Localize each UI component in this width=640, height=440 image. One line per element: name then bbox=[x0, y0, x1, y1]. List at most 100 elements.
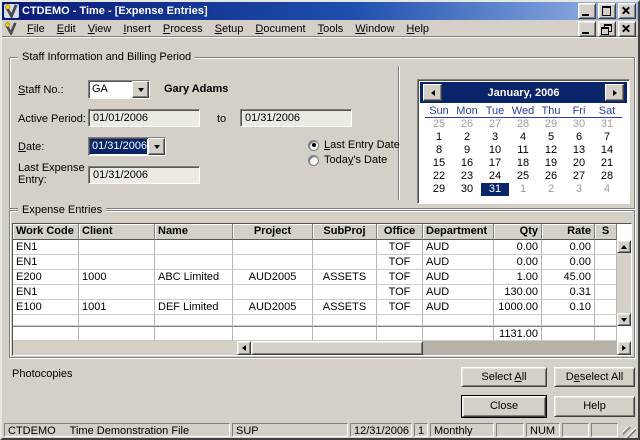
grid-cell[interactable] bbox=[233, 285, 313, 300]
scrollbar-track[interactable] bbox=[423, 341, 617, 355]
grid-cell[interactable]: 0.10 bbox=[542, 300, 595, 315]
grid-cell[interactable]: TOF bbox=[377, 255, 423, 270]
scroll-down-icon[interactable] bbox=[617, 313, 631, 326]
grid-cell[interactable]: 1001 bbox=[79, 300, 155, 315]
scroll-up-icon[interactable] bbox=[617, 240, 631, 253]
calendar-day[interactable]: 2 bbox=[537, 183, 565, 196]
calendar-day[interactable]: 18 bbox=[509, 157, 537, 170]
calendar-day[interactable]: 13 bbox=[565, 144, 593, 157]
grid-cell[interactable]: AUD bbox=[423, 270, 494, 285]
menu-item-setup[interactable]: Setup bbox=[209, 22, 250, 36]
column-header-office[interactable]: Office bbox=[377, 224, 423, 240]
menu-item-view[interactable]: View bbox=[82, 22, 118, 36]
staff-no-combo[interactable]: GA bbox=[88, 80, 150, 99]
calendar-day[interactable]: 21 bbox=[593, 157, 621, 170]
grid-cell[interactable]: 45.00 bbox=[542, 270, 595, 285]
grid-cell[interactable]: EN1 bbox=[13, 240, 79, 255]
calendar-day[interactable]: 2 bbox=[453, 131, 481, 144]
child-close-button[interactable] bbox=[618, 21, 636, 37]
grid-cell[interactable]: AUD bbox=[423, 285, 494, 300]
grid-cell[interactable]: TOF bbox=[377, 300, 423, 315]
calendar-day[interactable]: 25 bbox=[509, 170, 537, 183]
calendar-day[interactable]: 22 bbox=[425, 170, 453, 183]
grid-cell[interactable] bbox=[155, 285, 233, 300]
menu-item-edit[interactable]: Edit bbox=[51, 22, 82, 36]
grid-cell[interactable]: EN1 bbox=[13, 285, 79, 300]
calendar-day[interactable]: 16 bbox=[453, 157, 481, 170]
grid-cell[interactable]: TOF bbox=[377, 270, 423, 285]
calendar-day[interactable]: 10 bbox=[481, 144, 509, 157]
calendar-day[interactable]: 6 bbox=[565, 131, 593, 144]
minimize-button[interactable] bbox=[578, 3, 596, 19]
calendar-day[interactable]: 30 bbox=[453, 183, 481, 196]
grid-cell[interactable] bbox=[377, 315, 423, 326]
grid-cell[interactable]: TOF bbox=[377, 285, 423, 300]
grid-cell[interactable]: AUD bbox=[423, 255, 494, 270]
vertical-scrollbar[interactable] bbox=[617, 240, 631, 326]
calendar-day[interactable]: 4 bbox=[593, 183, 621, 196]
help-button[interactable]: Help bbox=[554, 396, 635, 417]
calendar-day[interactable]: 26 bbox=[453, 118, 481, 131]
grid-cell[interactable] bbox=[494, 315, 542, 326]
calendar-day[interactable]: 19 bbox=[537, 157, 565, 170]
grid-cell[interactable] bbox=[79, 240, 155, 255]
calendar-day[interactable]: 24 bbox=[481, 170, 509, 183]
maximize-button[interactable] bbox=[598, 3, 616, 19]
grid-cell[interactable]: EN1 bbox=[13, 255, 79, 270]
calendar-day[interactable]: 17 bbox=[481, 157, 509, 170]
grid-cell[interactable] bbox=[313, 255, 377, 270]
grid-cell[interactable] bbox=[233, 255, 313, 270]
grid-cell[interactable]: 0.00 bbox=[494, 255, 542, 270]
grid-cell[interactable] bbox=[233, 315, 313, 326]
grid-cell[interactable]: TOF bbox=[377, 240, 423, 255]
calendar-day[interactable]: 15 bbox=[425, 157, 453, 170]
menu-item-document[interactable]: Document bbox=[249, 22, 311, 36]
calendar-day[interactable]: 23 bbox=[453, 170, 481, 183]
calendar-day[interactable]: 11 bbox=[509, 144, 537, 157]
close-button[interactable]: Close bbox=[462, 396, 546, 417]
grid-cell[interactable] bbox=[155, 255, 233, 270]
grid-cell[interactable]: ASSETS bbox=[313, 300, 377, 315]
column-header-project[interactable]: Project bbox=[233, 224, 313, 240]
menu-item-window[interactable]: Window bbox=[349, 22, 400, 36]
grid-cell[interactable]: AUD bbox=[423, 240, 494, 255]
calendar-day[interactable]: 9 bbox=[453, 144, 481, 157]
column-header-rate[interactable]: Rate bbox=[542, 224, 595, 240]
resize-grip-icon[interactable] bbox=[623, 427, 636, 440]
grid-cell[interactable] bbox=[79, 285, 155, 300]
column-header-name[interactable]: Name bbox=[155, 224, 233, 240]
radio-todays-date[interactable]: Today's Date bbox=[308, 154, 387, 166]
column-header-subproj[interactable]: SubProj bbox=[313, 224, 377, 240]
radio-last-entry-date[interactable]: Last Entry Date bbox=[308, 139, 400, 151]
close-window-button[interactable] bbox=[618, 3, 636, 19]
grid-cell[interactable] bbox=[233, 240, 313, 255]
child-restore-button[interactable] bbox=[598, 21, 616, 37]
grid-cell[interactable] bbox=[595, 285, 617, 300]
calendar-day[interactable]: 1 bbox=[425, 131, 453, 144]
grid-cell[interactable]: AUD2005 bbox=[233, 300, 313, 315]
menu-item-insert[interactable]: Insert bbox=[117, 22, 157, 36]
grid-cell[interactable] bbox=[79, 315, 155, 326]
grid-cell[interactable]: 1000 bbox=[79, 270, 155, 285]
calendar-day[interactable]: 27 bbox=[565, 170, 593, 183]
menu-item-file[interactable]: File bbox=[21, 22, 51, 36]
calendar-day[interactable]: 28 bbox=[509, 118, 537, 131]
grid-cell[interactable] bbox=[595, 255, 617, 270]
calendar-day[interactable]: 25 bbox=[425, 118, 453, 131]
calendar-day[interactable]: 20 bbox=[565, 157, 593, 170]
grid-cell[interactable] bbox=[155, 240, 233, 255]
scroll-left-icon[interactable] bbox=[237, 341, 251, 355]
scroll-right-icon[interactable] bbox=[617, 341, 631, 355]
deselect-all-button[interactable]: Deselect All bbox=[554, 367, 635, 387]
calendar-day[interactable]: 8 bbox=[425, 144, 453, 157]
column-header-s[interactable]: S bbox=[595, 224, 617, 240]
column-header-work-code[interactable]: Work Code bbox=[13, 224, 79, 240]
grid-cell[interactable]: 1.00 bbox=[494, 270, 542, 285]
calendar-day[interactable]: 4 bbox=[509, 131, 537, 144]
calendar-day[interactable]: 14 bbox=[593, 144, 621, 157]
grid-cell[interactable]: 0.00 bbox=[542, 255, 595, 270]
calendar-day[interactable]: 3 bbox=[565, 183, 593, 196]
calendar-day[interactable]: 27 bbox=[481, 118, 509, 131]
grid-cell[interactable]: AUD2005 bbox=[233, 270, 313, 285]
grid-cell[interactable]: E200 bbox=[13, 270, 79, 285]
